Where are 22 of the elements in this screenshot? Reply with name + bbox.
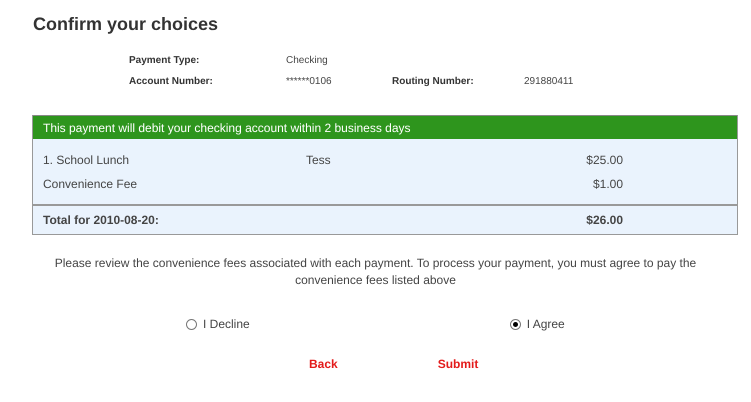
detail-label: Payment Type: [129, 54, 200, 68]
agreement-note: Please review the convenience fees associated with each payment. To process your payment, you must agree to pay the convenience fees listed above [54, 255, 698, 289]
detail-value: Checking [286, 54, 329, 68]
table-cell-text: $1.00 [592, 176, 623, 193]
table-cell-text: Convenience Fee [43, 176, 138, 193]
total-label: Total for 2010-08-20: [43, 212, 160, 229]
page-title: Confirm your choices [33, 14, 218, 34]
back-link[interactable]: Back [309, 355, 338, 373]
radio-option[interactable]: I Decline [186, 315, 250, 333]
detail-label: Account Number: [129, 75, 214, 89]
table-header: This payment will debit your checking account within 2 business days [33, 115, 737, 139]
radio-button[interactable] [510, 318, 521, 330]
detail-label: Routing Number: [392, 75, 475, 89]
table-cell: Tess [306, 153, 331, 167]
detail-value: ******0106 [286, 75, 333, 89]
detail-value: 291880411 [524, 75, 574, 89]
total-amount: $26.00 [585, 212, 623, 229]
table-cell-text: 1. School Lunch [43, 152, 130, 169]
submit-link[interactable]: Submit [438, 355, 478, 373]
radio-option[interactable]: I Agree [510, 315, 565, 333]
table-cell-text: $25.00 [585, 152, 623, 169]
radio-button[interactable] [186, 318, 197, 330]
